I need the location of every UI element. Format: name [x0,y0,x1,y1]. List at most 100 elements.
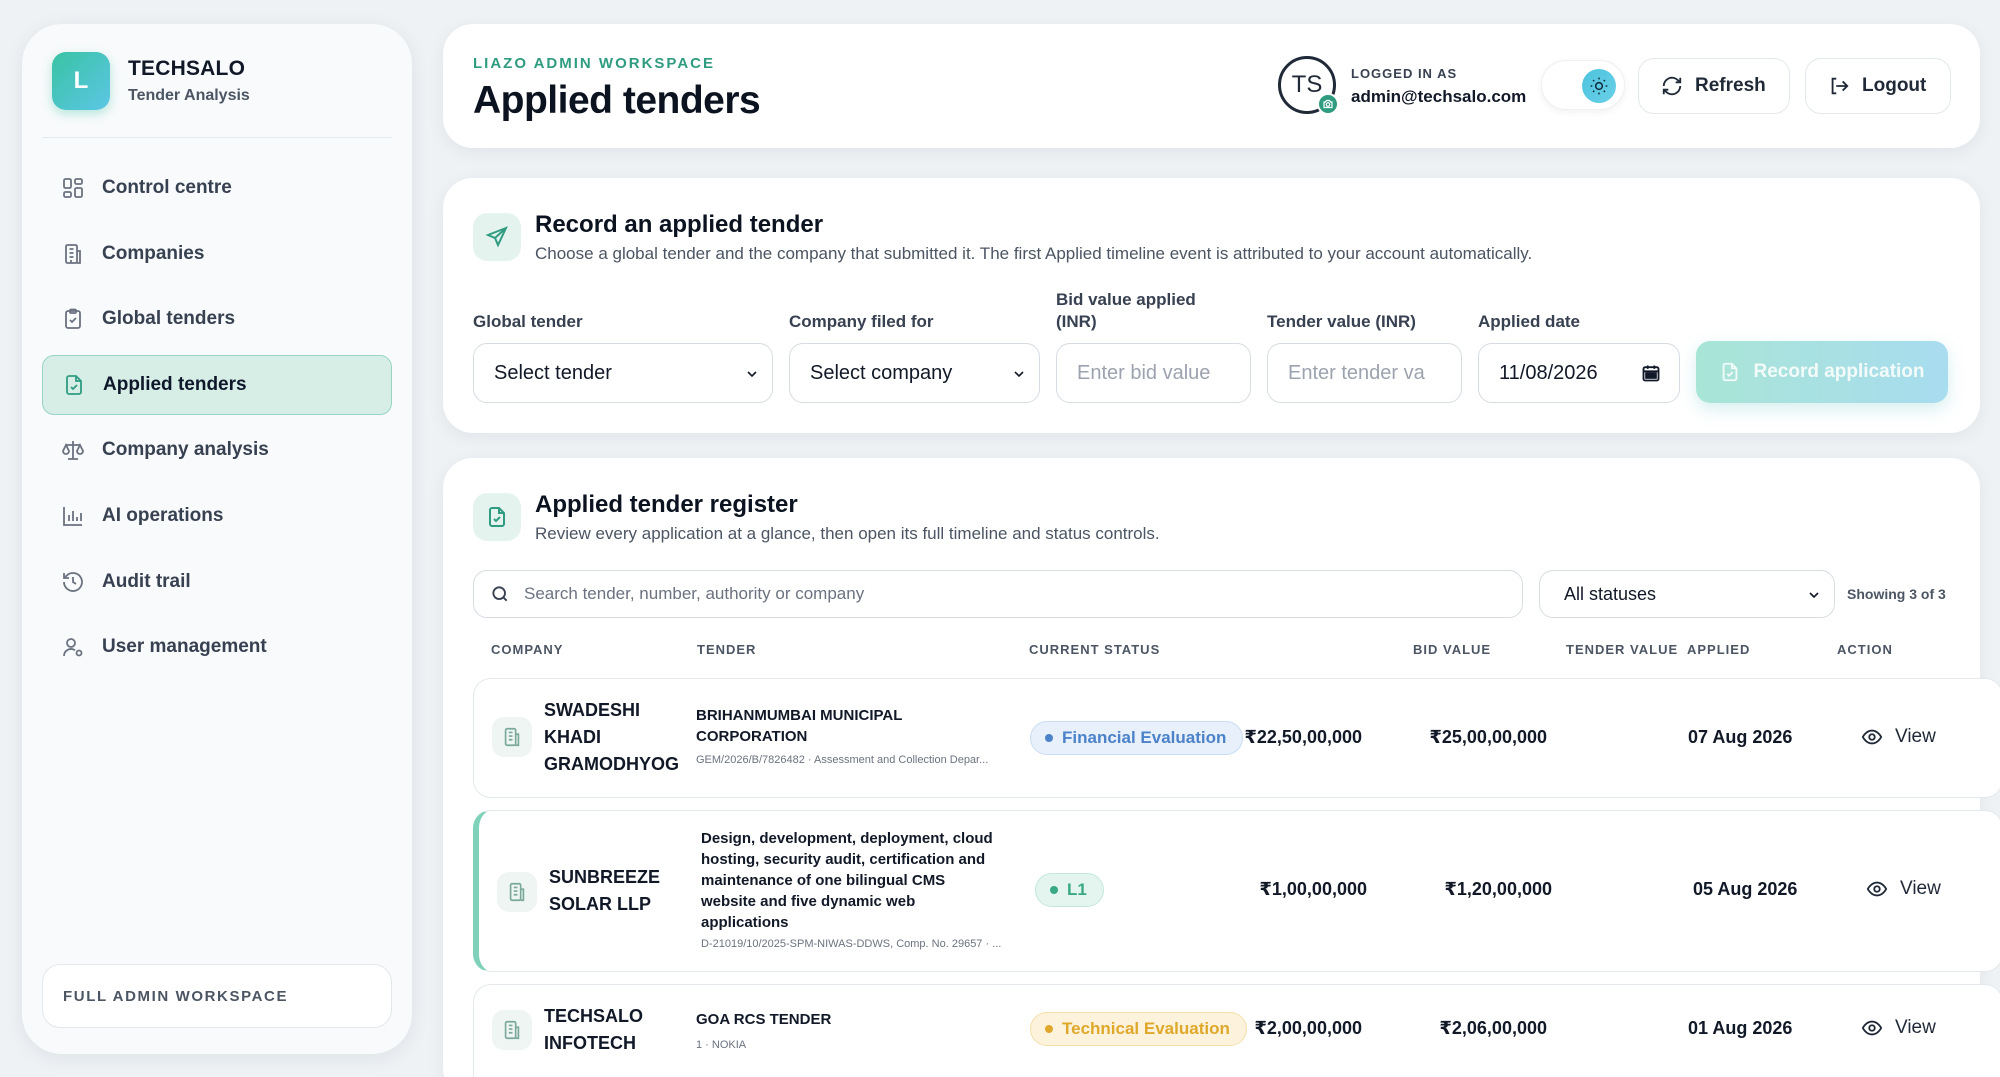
company-select[interactable]: Select company [789,343,1040,403]
tender-meta: D-21019/10/2025-SPM-NIWAS-DDWS, Comp. No… [701,938,1002,950]
eye-icon [1861,1020,1883,1036]
column-header-action: ACTION [1837,642,1893,657]
eye-icon [1866,881,1888,897]
tender-name-line: BRIHANMUMBAI MUNICIPAL [696,707,903,724]
sidebar-item-label: Companies [102,242,205,264]
column-header-bid-value: BID VALUE [1413,642,1492,657]
company-name-line: SWADESHI [544,700,641,720]
refresh-label: Refresh [1695,75,1766,96]
tender-name-line: applications [701,914,789,931]
building-icon [497,872,537,912]
global-tender-select[interactable]: Select tender [473,343,773,403]
table-row[interactable]: SWADESHI KHADI GRAMODHYOG BRIHANMUMBAI M… [473,678,2000,798]
file-check-icon [1723,362,1738,382]
tender-value-input[interactable]: Enter tender va [1267,343,1462,403]
tender-name: GOA RCS TENDER [696,1009,1011,1030]
column-header-applied: APPLIED [1687,642,1751,657]
company-select-value: Select company [810,361,953,384]
sidebar-item-companies[interactable]: Companies [42,224,392,284]
register-subtitle: Review every application at a glance, th… [535,524,1160,543]
logout-icon [1831,77,1849,95]
view-button[interactable]: View [1861,726,1936,748]
user-gear-icon [60,634,86,660]
bid-value: ₹22,50,00,000 [1244,727,1362,747]
view-button[interactable]: View [1866,878,1941,900]
logged-in-label: LOGGED IN AS [1351,66,1458,81]
status-dot [1045,734,1053,742]
grid-icon [60,175,86,201]
eye-icon [1861,729,1883,745]
bid-value: ₹2,00,00,000 [1254,1018,1362,1038]
tender-name: Design, development, deployment, cloud h… [701,828,1016,933]
avatar-initials: TS [1291,71,1323,98]
applied-tender-register: Applied tender register Review every app… [443,458,2000,1077]
status-dot [1050,886,1058,894]
brand-subtitle: Tender Analysis [128,86,250,104]
record-application-button[interactable]: Record application [1696,341,1948,403]
refresh-button[interactable]: Refresh [1638,58,1790,114]
table-row[interactable]: SUNBREEZE SOLAR LLP Design, development,… [473,810,2000,972]
tender-name: BRIHANMUMBAI MUNICIPAL CORPORATION [696,705,1011,747]
sidebar-item-control-centre[interactable]: Control centre [42,158,392,218]
sidebar-item-label: Global tenders [102,308,236,330]
company-name-line: INFOTECH [544,1033,636,1053]
record-tender-card: Record an applied tender Choose a global… [443,178,1980,433]
sidebar-item-label: Audit trail [102,570,191,592]
logged-in-email: admin@techsalo.com [1351,87,1527,106]
table-row[interactable]: TECHSALO INFOTECH GOA RCS TENDER 1 · NOK… [473,984,2000,1077]
sidebar-item-ai-operations[interactable]: AI operations [42,486,392,546]
sidebar-item-global-tenders[interactable]: Global tenders [42,289,392,349]
status-text: L1 [1067,880,1087,899]
tender-name-line: maintenance of one bilingual CMS [701,872,946,889]
workspace-label: FULL ADMIN WORKSPACE [42,964,392,1028]
view-label: View [1900,878,1941,899]
page-title: Applied tenders [473,79,761,122]
status-filter-select[interactable]: All statuses [1539,570,1835,618]
status-text: Financial Evaluation [1062,728,1227,747]
building-icon [60,241,86,267]
sidebar-item-company-analysis[interactable]: Company analysis [42,420,392,480]
avatar[interactable]: TS [1278,56,1339,115]
theme-toggle[interactable] [1541,60,1625,110]
company-name-line: TECHSALO [544,1006,643,1026]
sidebar-item-audit-trail[interactable]: Audit trail [42,552,392,612]
chevron-down-icon [1809,592,1819,599]
building-icon [492,717,532,757]
sidebar-item-label: Control centre [102,177,232,198]
view-button[interactable]: View [1861,1017,1936,1039]
status-text: Technical Evaluation [1062,1019,1230,1038]
sidebar-item-applied-tenders[interactable]: Applied tenders [42,354,392,415]
page-header: LIAZO ADMIN WORKSPACE Applied tenders TS… [443,24,1980,148]
tender-name-line: Design, development, deployment, cloud [701,830,993,847]
search-input[interactable]: Search tender, number, authority or comp… [473,570,1523,618]
tender-value: ₹25,00,00,000 [1429,727,1547,747]
applied-date-input[interactable]: 11/08/2026 [1478,343,1680,403]
bid-value-label: Bid value applied (INR) [1056,289,1196,333]
sidebar-item-label: User management [102,636,267,658]
refresh-icon [1662,76,1682,96]
sidebar-item-label: Applied tenders [103,373,247,395]
status-badge: L1 [1035,873,1104,907]
calendar-icon[interactable] [1641,363,1661,383]
clipboard-check-icon [60,306,86,332]
search-icon [492,586,508,602]
global-tender-select-value: Select tender [494,361,612,384]
brand-name: TECHSALO [128,56,246,80]
logout-button[interactable]: Logout [1805,58,1951,114]
register-title: Applied tender register [535,491,798,518]
bid-value-input[interactable]: Enter bid value [1056,343,1251,403]
file-check-icon [473,493,521,541]
send-icon [473,213,521,261]
sidebar-item-user-management[interactable]: User management [42,617,392,677]
sidebar-nav: Control centre Companies Global tenders … [42,158,392,677]
bid-value: ₹1,00,00,000 [1259,879,1367,899]
tender-name-line: website and five dynamic web [701,893,916,910]
status-dot [1045,1025,1053,1033]
workspace-eyebrow: LIAZO ADMIN WORKSPACE [473,55,715,72]
company-name: SUNBREEZE SOLAR LLP [549,864,660,918]
tender-name-line: GOA RCS TENDER [696,1011,832,1028]
history-icon [60,569,86,595]
column-header-status: CURRENT STATUS [1029,642,1161,657]
brand-logo: L [52,51,110,110]
tender-name-line: hosting, security audit, certification a… [701,851,986,868]
